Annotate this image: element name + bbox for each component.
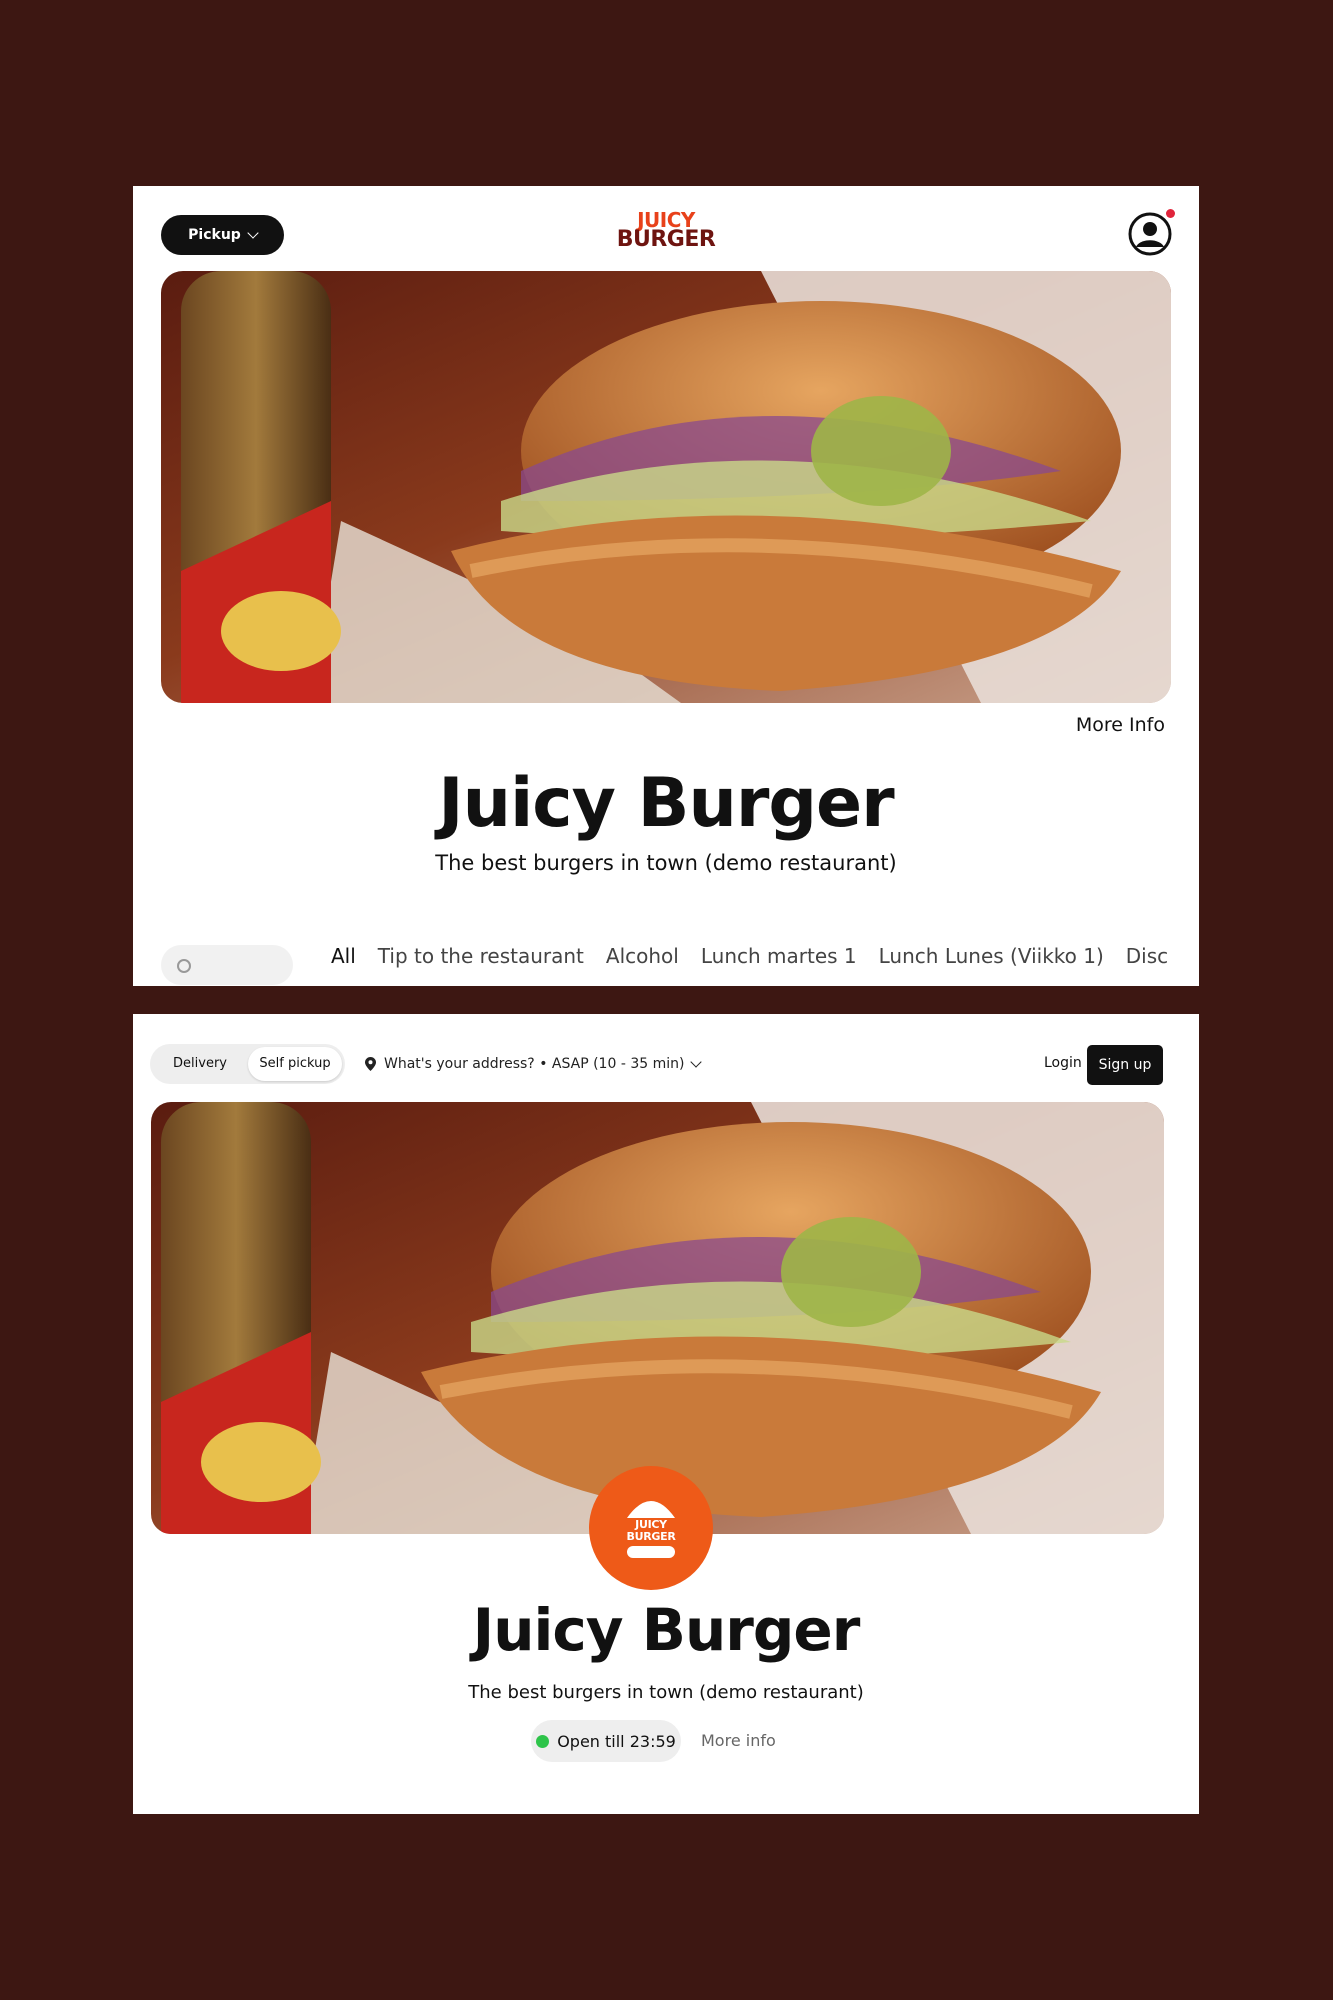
order-mode-label: Pickup — [188, 227, 241, 243]
chevron-down-icon — [247, 227, 259, 239]
address-selector[interactable]: What's your address? • ASAP (10 - 35 min… — [365, 1052, 703, 1076]
chevron-down-icon — [690, 1056, 703, 1068]
order-mode-dropdown[interactable]: Pickup — [161, 215, 284, 255]
restaurant-page-mobile-view: Pickup JUICY BURGER More Info Juicy Burg… — [133, 186, 1199, 986]
menu-search-field[interactable] — [161, 945, 293, 985]
restaurant-tagline: The best burgers in town (demo restauran… — [468, 1682, 864, 1703]
search-icon — [177, 959, 191, 973]
badge-text-line-2: BURGER — [626, 1530, 676, 1543]
restaurant-title: Juicy Burger — [438, 764, 894, 843]
login-link[interactable]: Login — [1044, 1055, 1082, 1071]
category-tab[interactable]: Lunch martes 1 — [701, 944, 857, 984]
category-tab[interactable]: Tip to the restaurant — [378, 944, 584, 984]
restaurant-tagline: The best burgers in town (demo restauran… — [435, 851, 897, 875]
category-tabs: All Tip to the restaurant Alcohol Lunch … — [331, 944, 1171, 984]
category-tab[interactable]: Alcohol — [606, 944, 679, 984]
account-button[interactable] — [1127, 209, 1175, 257]
hero-image-burger — [161, 271, 1171, 703]
more-info-link[interactable]: More Info — [1076, 714, 1165, 736]
self-pickup-option[interactable]: Self pickup — [248, 1047, 342, 1081]
notification-dot — [1166, 209, 1175, 218]
status-dot-icon — [536, 1734, 550, 1748]
open-status-text: Open till 23:59 — [557, 1731, 676, 1751]
juicy-burger-logo[interactable]: JUICY BURGER — [613, 210, 719, 252]
restaurant-page-desktop-view: Delivery Self pickup What's your address… — [133, 1014, 1199, 1814]
logo-line-2: BURGER — [616, 227, 716, 252]
restaurant-title: Juicy Burger — [472, 1596, 861, 1664]
more-info-link[interactable]: More info — [701, 1731, 776, 1750]
address-text: What's your address? • ASAP (10 - 35 min… — [384, 1056, 685, 1072]
category-tab[interactable]: Disc — [1126, 944, 1168, 984]
sign-up-button[interactable]: Sign up — [1087, 1045, 1163, 1085]
restaurant-logo-badge: JUICY BURGER — [589, 1466, 713, 1590]
delivery-option[interactable]: Delivery — [152, 1047, 248, 1081]
open-status-badge: Open till 23:59 — [531, 1720, 681, 1762]
category-tab[interactable]: Lunch Lunes (Viikko 1) — [879, 944, 1104, 984]
category-tab-all[interactable]: All — [331, 944, 356, 984]
delivery-mode-toggle: Delivery Self pickup — [150, 1044, 345, 1084]
map-pin-icon — [365, 1057, 376, 1071]
user-circle-icon — [1128, 212, 1172, 256]
